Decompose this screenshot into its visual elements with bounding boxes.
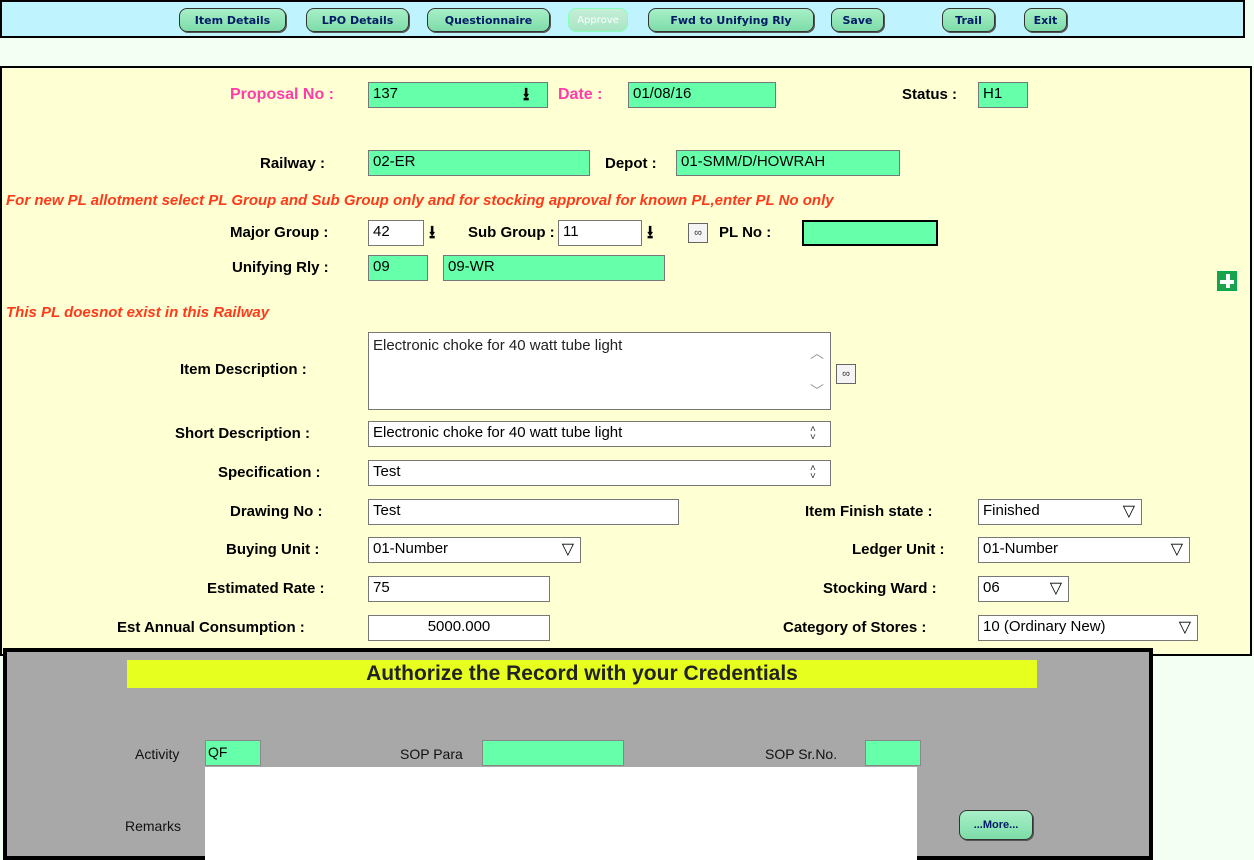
unifying-rly-name-field: 09-WR — [443, 255, 665, 281]
chevron-down-icon: ▽ — [561, 541, 574, 558]
questionnaire-button[interactable]: Questionnaire — [427, 8, 550, 32]
major-group-dropdown-icon[interactable]: ⭳ — [429, 220, 435, 250]
activity-field[interactable]: QF — [205, 740, 261, 766]
specification-label: Specification : — [218, 464, 321, 481]
short-description-field[interactable]: Electronic choke for 40 watt tube light — [368, 421, 831, 447]
pl-allotment-note: For new PL allotment select PL Group and… — [6, 192, 834, 209]
status-field: H1 — [978, 82, 1028, 108]
remarks-textarea[interactable] — [205, 767, 917, 860]
buying-unit-select[interactable]: 01-Number ▽ — [368, 537, 581, 563]
buying-unit-value: 01-Number — [373, 540, 449, 557]
sop-srno-field[interactable] — [865, 740, 921, 766]
proposal-no-field[interactable]: 137 — [368, 82, 548, 108]
save-button[interactable]: Save — [831, 8, 884, 32]
scroll-up-icon[interactable]: ︿ — [810, 343, 824, 363]
item-description-textarea[interactable]: Electronic choke for 40 watt tube light … — [368, 332, 831, 410]
toolbar: Item Details LPO Details Questionnaire A… — [0, 0, 1245, 38]
estimated-rate-label: Estimated Rate : — [207, 580, 325, 597]
item-finish-state-value: Finished — [983, 502, 1040, 519]
short-description-label: Short Description : — [175, 425, 311, 442]
buying-unit-label: Buying Unit : — [226, 541, 320, 558]
sop-para-field[interactable] — [482, 740, 624, 766]
authorize-dialog: Authorize the Record with your Credentia… — [3, 648, 1153, 860]
major-group-label: Major Group : — [230, 224, 329, 241]
drawing-no-label: Drawing No : — [230, 503, 323, 520]
trail-button[interactable]: Trail — [942, 8, 995, 32]
unifying-rly-code-field: 09 — [368, 255, 428, 281]
unifying-rly-label: Unifying Rly : — [232, 259, 329, 276]
pl-no-label: PL No : — [719, 224, 772, 241]
item-finish-state-label: Item Finish state : — [805, 503, 933, 520]
pl-no-field[interactable] — [802, 220, 938, 246]
depot-label: Depot : — [605, 155, 657, 172]
sub-group-label: Sub Group : — [468, 224, 555, 241]
sub-group-dropdown-icon[interactable]: ⭳ — [647, 220, 653, 250]
scroll-down-icon[interactable]: ﹀ — [810, 381, 824, 401]
category-of-stores-label: Category of Stores : — [783, 619, 927, 636]
binoculars-description-icon[interactable]: ∞ — [836, 364, 856, 384]
stocking-ward-label: Stocking Ward : — [823, 580, 937, 597]
ledger-unit-value: 01-Number — [983, 540, 1059, 557]
drawing-no-field[interactable]: Test — [368, 499, 679, 525]
pl-not-exist-note: This PL doesnot exist in this Railway — [6, 304, 270, 321]
category-of-stores-value: 10 (Ordinary New) — [983, 618, 1106, 635]
status-label: Status : — [902, 86, 958, 103]
item-finish-state-select[interactable]: Finished ▽ — [978, 499, 1142, 525]
specification-spinner-icon[interactable]: ˄ ˅ — [810, 464, 816, 482]
binoculars-search-icon[interactable]: ∞ — [688, 223, 708, 243]
chevron-down-icon: ▽ — [1170, 541, 1183, 558]
date-label: Date : — [558, 86, 603, 103]
exit-button[interactable]: Exit — [1024, 8, 1067, 32]
sop-para-label: SOP Para — [400, 746, 463, 762]
ledger-unit-label: Ledger Unit : — [852, 541, 945, 558]
chevron-down-icon: ▽ — [1122, 503, 1135, 520]
depot-field: 01-SMM/D/HOWRAH — [676, 150, 900, 176]
railway-label: Railway : — [260, 155, 326, 172]
est-annual-consumption-field[interactable]: 5000.000 — [368, 615, 550, 641]
activity-label: Activity — [135, 746, 180, 762]
category-of-stores-select[interactable]: 10 (Ordinary New) ▽ — [978, 615, 1198, 641]
est-annual-consumption-label: Est Annual Consumption : — [117, 619, 305, 636]
stocking-ward-value: 06 — [983, 579, 1000, 596]
estimated-rate-field[interactable]: 75 — [368, 576, 550, 602]
remarks-label: Remarks — [125, 818, 182, 834]
stocking-ward-select[interactable]: 06 ▽ — [978, 576, 1069, 602]
chevron-down-icon: ▽ — [1049, 580, 1062, 597]
dialog-title: Authorize the Record with your Credentia… — [127, 660, 1037, 688]
specification-field[interactable]: Test — [368, 460, 831, 486]
item-details-button[interactable]: Item Details — [179, 8, 286, 32]
sop-srno-label: SOP Sr.No. — [765, 746, 838, 762]
major-group-field[interactable]: 42 — [368, 220, 424, 246]
short-description-spinner-icon[interactable]: ˄ ˅ — [810, 425, 816, 443]
proposal-no-label: Proposal No : — [230, 86, 335, 103]
item-description-label: Item Description : — [180, 361, 307, 378]
railway-field: 02-ER — [368, 150, 590, 176]
item-description-text: Electronic choke for 40 watt tube light — [373, 337, 623, 354]
date-field[interactable]: 01/08/16 — [628, 82, 776, 108]
chevron-down-icon: ▽ — [1178, 619, 1191, 636]
sub-group-field[interactable]: 11 — [558, 220, 642, 246]
more-button[interactable]: ...More... — [959, 810, 1033, 840]
proposal-form: Proposal No : 137 ⭳ Date : 01/08/16 Stat… — [0, 66, 1252, 656]
fwd-to-unifying-rly-button[interactable]: Fwd to Unifying Rly — [648, 8, 814, 32]
ledger-unit-select[interactable]: 01-Number ▽ — [978, 537, 1190, 563]
lpo-details-button[interactable]: LPO Details — [306, 8, 409, 32]
proposal-dropdown-arrow-icon[interactable]: ⭳ — [523, 82, 529, 112]
add-plus-icon[interactable] — [1217, 271, 1237, 291]
approve-button[interactable]: Approve — [568, 8, 628, 32]
